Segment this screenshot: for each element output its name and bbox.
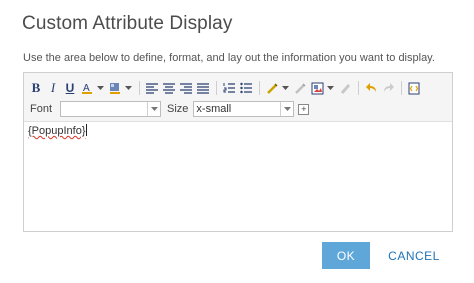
underline-button[interactable]: U xyxy=(62,80,78,96)
chevron-down-icon[interactable] xyxy=(96,80,105,96)
insert-link-icon[interactable] xyxy=(264,80,280,96)
undo-icon[interactable] xyxy=(363,80,379,96)
insert-field-button[interactable]: + xyxy=(298,103,310,115)
dialog-title: Custom Attribute Display xyxy=(22,13,233,34)
rich-text-editor: B I U A Font Size x-small + {PopupInfo} xyxy=(23,72,453,232)
size-label: Size xyxy=(167,103,189,115)
size-select-value: x-small xyxy=(196,103,232,115)
font-label: Font xyxy=(30,103,53,115)
insert-image-icon[interactable] xyxy=(309,80,325,96)
toolbar-divider xyxy=(139,81,140,95)
toolbar-divider xyxy=(259,81,260,95)
font-select[interactable] xyxy=(60,101,162,117)
chevron-down-icon[interactable] xyxy=(281,80,290,96)
toolbar-divider xyxy=(401,81,402,95)
highlight-color-icon[interactable] xyxy=(107,80,123,96)
align-center-icon[interactable] xyxy=(161,80,177,96)
editor-content-text: {PopupInfo} xyxy=(28,125,86,137)
toolbar-divider xyxy=(358,81,359,95)
editor-toolbar: B I U A Font Size x-small + xyxy=(24,73,452,122)
eraser-icon[interactable] xyxy=(337,80,353,96)
unlink-icon[interactable] xyxy=(292,80,308,96)
italic-button[interactable]: I xyxy=(45,80,61,96)
ok-button[interactable]: OK xyxy=(322,242,370,269)
align-right-icon[interactable] xyxy=(178,80,194,96)
numbered-list-icon[interactable] xyxy=(221,80,237,96)
chevron-down-icon[interactable] xyxy=(326,80,335,96)
bold-button[interactable]: B xyxy=(28,80,44,96)
redo-icon[interactable] xyxy=(380,80,396,96)
align-left-icon[interactable] xyxy=(144,80,160,96)
editor-content-area[interactable]: {PopupInfo} xyxy=(24,122,452,139)
chevron-down-icon[interactable] xyxy=(124,80,133,96)
toolbar-row-font: Font Size x-small + xyxy=(30,100,310,118)
chevron-down-icon[interactable] xyxy=(280,102,293,116)
font-color-icon[interactable]: A xyxy=(79,80,95,96)
bullet-list-icon[interactable] xyxy=(238,80,254,96)
align-justify-icon[interactable] xyxy=(195,80,211,96)
dialog-instructions: Use the area below to define, format, an… xyxy=(23,52,435,64)
view-source-icon[interactable] xyxy=(406,80,422,96)
text-cursor xyxy=(85,124,87,136)
size-select[interactable]: x-small xyxy=(193,101,295,117)
cancel-button[interactable]: CANCEL xyxy=(380,242,448,269)
chevron-down-icon[interactable] xyxy=(147,102,160,116)
toolbar-divider xyxy=(216,81,217,95)
toolbar-row-formatting: B I U A xyxy=(28,79,423,97)
